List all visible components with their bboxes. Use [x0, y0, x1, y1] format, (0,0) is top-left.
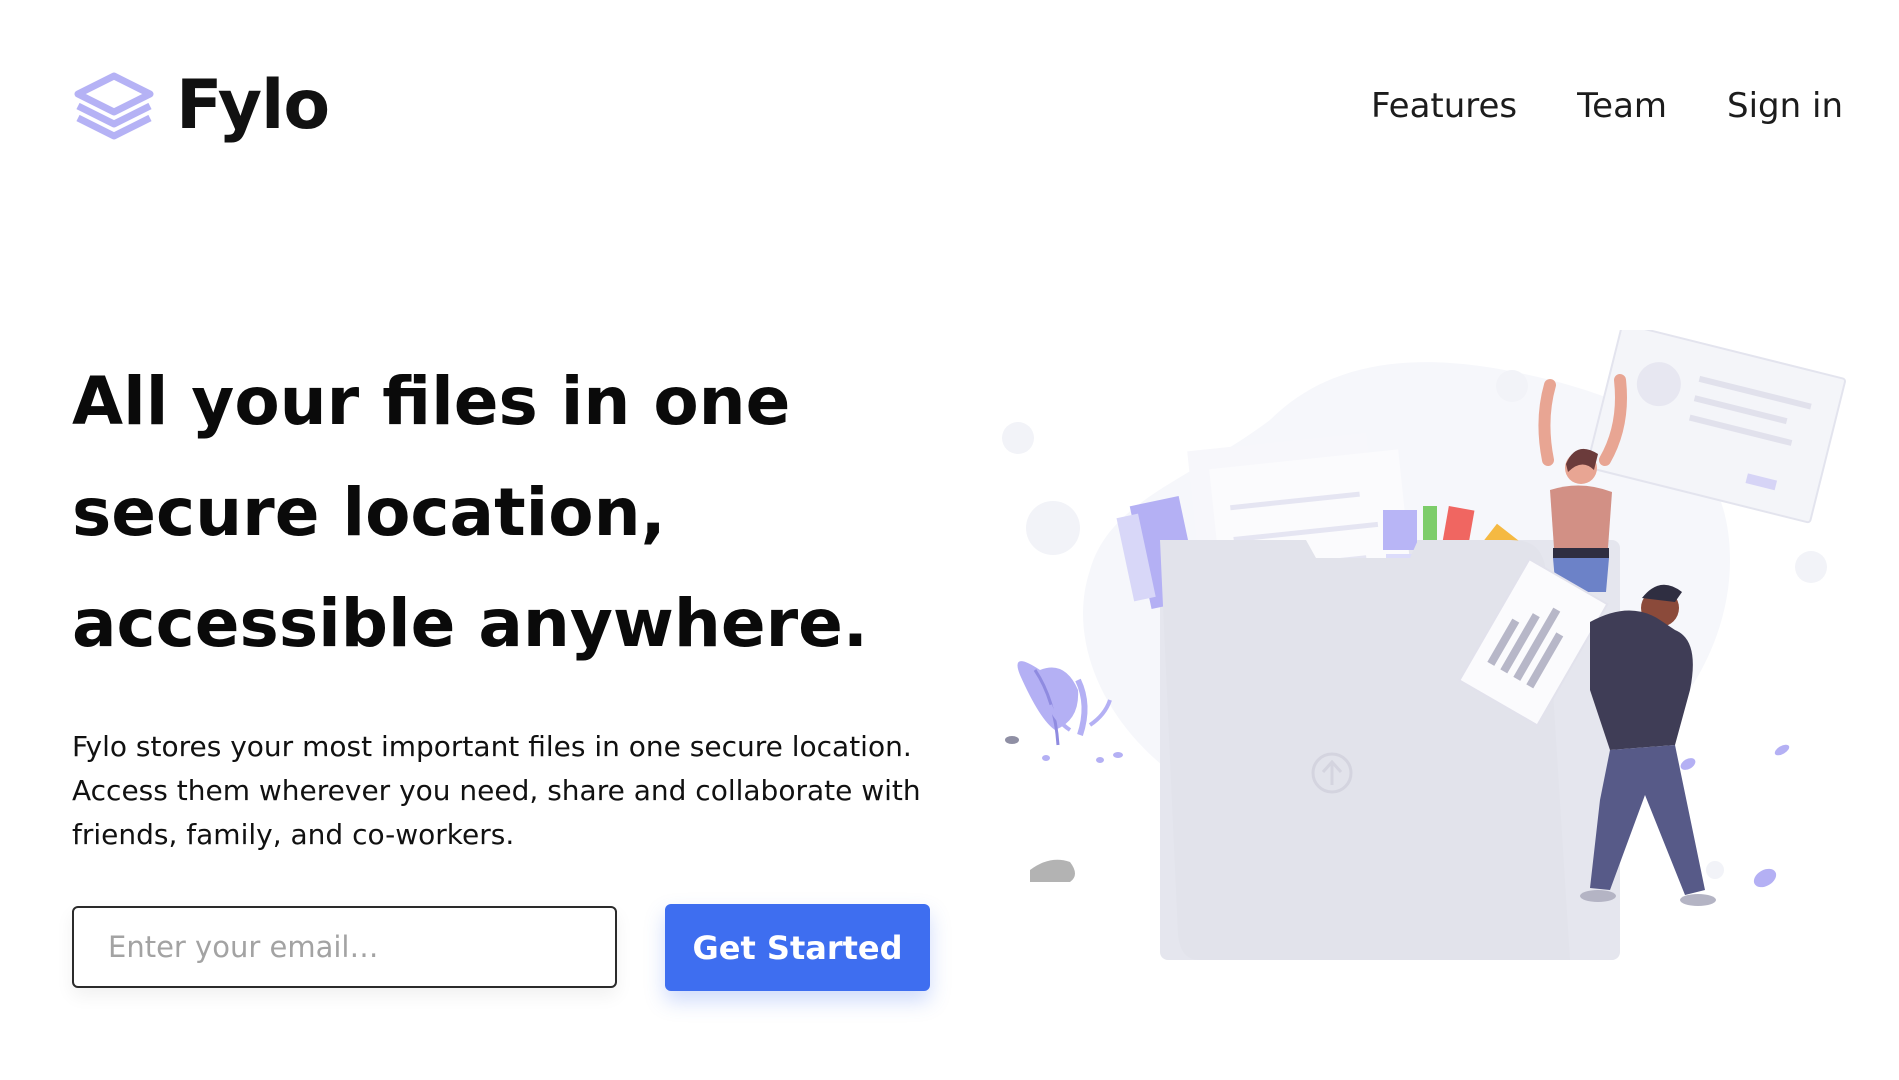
decor-dot [1026, 501, 1080, 555]
top-nav: Features Team Sign in [1371, 84, 1843, 128]
hero-description: Fylo stores your most important files in… [72, 725, 972, 857]
leaf-decor [1753, 868, 1777, 888]
hero-illustration [1002, 330, 1846, 960]
hero-title-line: secure location, [72, 474, 666, 551]
hero-description-line: friends, family, and co-workers. [72, 818, 515, 851]
decor-dot [1706, 861, 1724, 879]
hero-title: All your files in one secure location, a… [72, 346, 972, 679]
leaf-decor [1774, 744, 1790, 756]
decor-dot [1496, 370, 1528, 402]
nav-link-features[interactable]: Features [1371, 84, 1517, 128]
decor-dot [1002, 422, 1034, 454]
landing-page: Fylo Features Team Sign in All your file… [0, 0, 1899, 1080]
hero-description-line: Fylo stores your most important files in… [72, 730, 912, 763]
leaf-decor [1680, 758, 1696, 770]
stone-decor [1030, 859, 1075, 882]
hero-title-line: All your files in one [72, 363, 791, 440]
decor-dot [1795, 551, 1827, 583]
brand-name: Fylo [176, 66, 330, 145]
nav-link-team[interactable]: Team [1577, 84, 1667, 128]
stacked-layers-icon [74, 72, 154, 140]
get-started-button[interactable]: Get Started [665, 904, 930, 991]
nav-link-sign-in[interactable]: Sign in [1727, 84, 1843, 128]
brand-logo-link[interactable]: Fylo [72, 66, 330, 145]
email-input[interactable] [72, 906, 617, 988]
hero-title-line: accessible anywhere. [72, 585, 868, 662]
hero-description-line: Access them wherever you need, share and… [72, 774, 921, 807]
